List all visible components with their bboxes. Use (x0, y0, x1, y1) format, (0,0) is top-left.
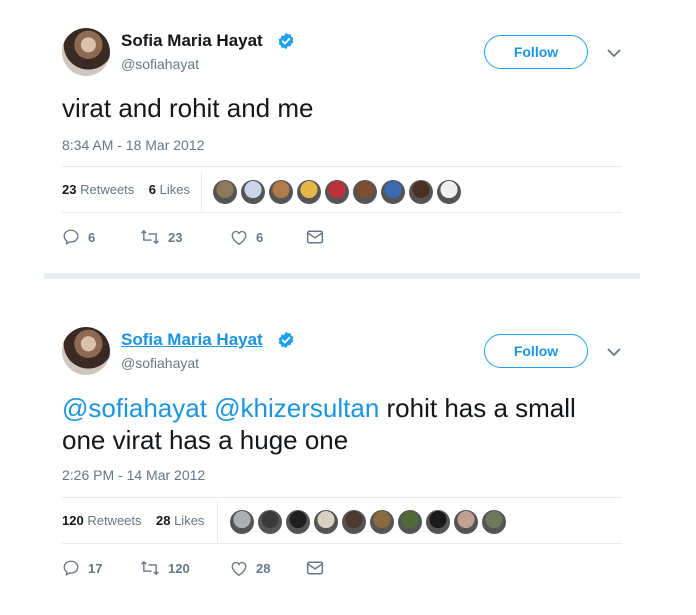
tweet-body: virat and rohit and me (62, 93, 314, 123)
liker-avatar[interactable] (398, 510, 422, 534)
divider (62, 166, 622, 167)
timestamp[interactable]: 8:34 AM - 18 Mar 2012 (62, 137, 204, 153)
verified-badge-icon (278, 331, 294, 349)
mention-link[interactable]: @sofiahayat (62, 393, 207, 423)
likes-count[interactable]: 28 (156, 513, 170, 528)
like-count: 6 (256, 229, 264, 245)
timestamp[interactable]: 2:26 PM - 14 Mar 2012 (62, 467, 205, 483)
reply-icon (63, 560, 79, 576)
liker-avatar[interactable] (230, 510, 254, 534)
tweet-text: virat and rohit and me (62, 92, 313, 124)
envelope-icon (306, 561, 324, 575)
liker-avatar[interactable] (241, 180, 265, 204)
follow-button[interactable]: Follow (484, 334, 588, 368)
like-button[interactable]: 6 (230, 229, 306, 246)
liker-avatar[interactable] (297, 180, 321, 204)
follow-button[interactable]: Follow (484, 35, 588, 69)
liker-avatar[interactable] (353, 180, 377, 204)
retweet-count: 23 (168, 229, 183, 245)
likes-label[interactable]: Likes (160, 182, 190, 197)
divider (62, 212, 622, 213)
author-name[interactable]: Sofia Maria Hayat (121, 330, 263, 350)
engagement-stats: 120 Retweets 28 Likes (62, 513, 204, 528)
liker-avatar[interactable] (409, 180, 433, 204)
heart-icon (231, 230, 247, 245)
liker-avatar[interactable] (482, 510, 506, 534)
mention-link[interactable]: @khizersultan (214, 393, 379, 423)
author-name[interactable]: Sofia Maria Hayat (121, 31, 263, 51)
avatar[interactable] (62, 327, 110, 375)
liker-avatar[interactable] (454, 510, 478, 534)
like-count: 28 (256, 560, 271, 576)
retweet-button[interactable]: 23 (140, 228, 230, 246)
retweets-label[interactable]: Retweets (80, 182, 134, 197)
envelope-icon (306, 230, 324, 244)
divider (62, 497, 622, 498)
retweets-count[interactable]: 23 (62, 182, 76, 197)
heart-icon (231, 561, 247, 576)
liker-avatar[interactable] (314, 510, 338, 534)
liker-avatar[interactable] (286, 510, 310, 534)
liker-avatar[interactable] (213, 180, 237, 204)
reply-button[interactable]: 17 (62, 559, 140, 577)
chevron-down-icon[interactable] (607, 347, 621, 357)
retweet-icon (141, 229, 159, 245)
reply-count: 17 (88, 560, 103, 576)
retweets-label[interactable]: Retweets (87, 513, 141, 528)
reply-icon (63, 229, 79, 245)
retweet-count: 120 (168, 560, 190, 576)
message-button[interactable] (306, 229, 324, 245)
verified-badge-icon (278, 32, 294, 50)
stats-separator (201, 171, 202, 211)
liker-avatars (230, 510, 506, 534)
liker-avatar[interactable] (342, 510, 366, 534)
likes-count[interactable]: 6 (149, 182, 156, 197)
tweet-actions: 17 120 28 (62, 559, 324, 577)
tweet-text: @sofiahayat @khizersultan rohit has a sm… (62, 392, 622, 456)
liker-avatar[interactable] (370, 510, 394, 534)
retweets-count[interactable]: 120 (62, 513, 84, 528)
engagement-stats: 23 Retweets 6 Likes (62, 182, 190, 197)
tweet-actions: 6 23 6 (62, 228, 324, 246)
chevron-down-icon[interactable] (607, 48, 621, 58)
retweet-icon (141, 560, 159, 576)
liker-avatar[interactable] (269, 180, 293, 204)
author-handle[interactable]: @sofiahayat (121, 56, 199, 72)
like-button[interactable]: 28 (230, 560, 306, 577)
avatar[interactable] (62, 28, 110, 76)
retweet-button[interactable]: 120 (140, 559, 230, 577)
liker-avatar[interactable] (381, 180, 405, 204)
tweet-separator (44, 273, 640, 279)
likes-label[interactable]: Likes (174, 513, 204, 528)
liker-avatar[interactable] (426, 510, 450, 534)
message-button[interactable] (306, 560, 324, 576)
liker-avatar[interactable] (258, 510, 282, 534)
stats-separator (217, 502, 218, 542)
reply-count: 6 (88, 229, 96, 245)
liker-avatar[interactable] (437, 180, 461, 204)
liker-avatar[interactable] (325, 180, 349, 204)
reply-button[interactable]: 6 (62, 228, 140, 246)
divider (62, 543, 622, 544)
author-handle[interactable]: @sofiahayat (121, 355, 199, 371)
liker-avatars (213, 180, 461, 204)
